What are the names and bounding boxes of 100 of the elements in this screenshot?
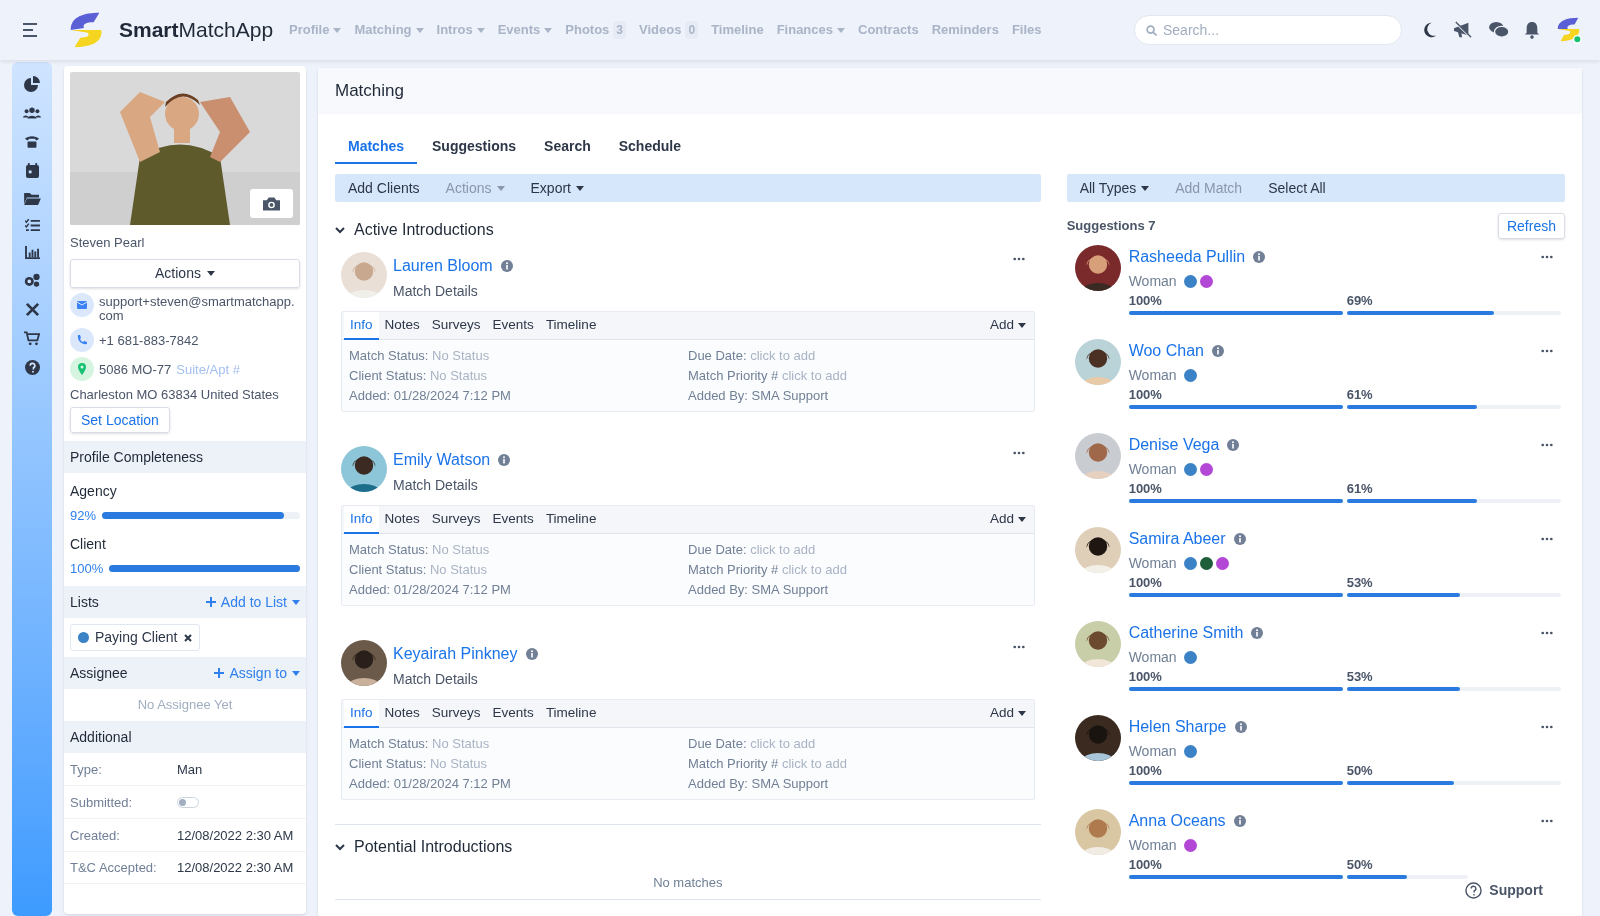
folder-icon[interactable] [23, 192, 41, 205]
info-field[interactable]: Match Status: No Status [349, 540, 688, 559]
match-details-link[interactable]: Match Details [393, 475, 1007, 496]
tab[interactable]: Notes [378, 505, 426, 534]
tab[interactable]: Events [486, 311, 540, 340]
tab[interactable]: Search [531, 132, 604, 164]
suggestion-name-link[interactable]: Samira Abeer [1128, 527, 1226, 551]
menu-icon[interactable] [23, 23, 39, 37]
tab[interactable]: Surveys [425, 311, 487, 340]
refresh-button[interactable]: Refresh [1497, 213, 1565, 239]
info-field[interactable]: Due Date: click to add [688, 540, 1027, 559]
info-icon[interactable] [1251, 627, 1264, 639]
info-icon[interactable] [1211, 345, 1224, 357]
more-icon[interactable] [1013, 257, 1025, 261]
info-icon[interactable] [1227, 439, 1240, 451]
camera-button[interactable] [250, 189, 293, 218]
info-field[interactable]: Due Date: click to add [688, 346, 1027, 365]
calendar-icon[interactable] [25, 163, 39, 178]
toolbar-button[interactable]: Add Clients [335, 174, 433, 202]
info-field[interactable]: Client Status: No Status [349, 366, 688, 385]
support-button[interactable]: Support [1465, 880, 1543, 901]
tab[interactable]: Surveys [425, 699, 487, 728]
more-icon[interactable] [1541, 537, 1553, 541]
tab[interactable]: Notes [378, 311, 426, 340]
info-icon[interactable] [525, 648, 538, 660]
more-icon[interactable] [1541, 443, 1553, 447]
actions-button[interactable]: Actions [70, 258, 300, 288]
remove-icon[interactable] [183, 633, 192, 642]
match-name-link[interactable]: Keyairah Pinkney [393, 642, 518, 666]
add-button[interactable]: Add [989, 315, 1026, 336]
toolbar-button[interactable]: All Types [1066, 174, 1163, 202]
tab[interactable]: Events [486, 699, 540, 728]
suggestion-name-link[interactable]: Anna Oceans [1128, 809, 1226, 833]
tab[interactable]: Notes [378, 699, 426, 728]
suggestion-name-link[interactable]: Rasheeda Pullin [1128, 245, 1246, 269]
info-field[interactable]: Match Priority # click to add [688, 754, 1027, 773]
more-icon[interactable] [1541, 255, 1553, 259]
tab[interactable]: Info [344, 699, 379, 728]
suggestion-name-link[interactable]: Catherine Smith [1128, 621, 1244, 645]
more-icon[interactable] [1541, 819, 1553, 823]
info-field[interactable]: Match Status: No Status [349, 346, 688, 365]
search-field[interactable]: Search... [1134, 15, 1402, 45]
more-icon[interactable] [1541, 631, 1553, 635]
tab[interactable]: Matches [335, 132, 418, 164]
tab[interactable]: Info [344, 505, 379, 534]
more-icon[interactable] [1541, 349, 1553, 353]
match-name-link[interactable]: Lauren Bloom [393, 254, 493, 278]
info-icon[interactable] [1233, 533, 1246, 545]
tab[interactable]: Events [486, 505, 540, 534]
info-field[interactable]: Match Priority # click to add [688, 560, 1027, 579]
cart-icon[interactable] [24, 331, 40, 346]
suggestion-name-link[interactable]: Helen Sharpe [1128, 715, 1227, 739]
chart-pie-icon[interactable] [24, 76, 40, 92]
chevron-icon [335, 226, 345, 234]
info-field[interactable]: Client Status: No Status [349, 754, 688, 773]
tab[interactable]: Surveys [425, 505, 487, 534]
info-icon[interactable] [500, 260, 513, 272]
more-icon[interactable] [1013, 645, 1025, 649]
bell-icon[interactable] [1524, 21, 1540, 39]
tab[interactable]: Timeline [539, 699, 603, 728]
match-name-link[interactable]: Emily Watson [393, 448, 491, 472]
add-link[interactable]: Add to List [205, 591, 300, 613]
add-button[interactable]: Add [989, 703, 1026, 724]
suggestion-name-link[interactable]: Denise Vega [1128, 433, 1220, 457]
chat-icon[interactable] [1488, 21, 1510, 39]
section-toggle[interactable]: Active Introductions [335, 218, 1041, 242]
tab[interactable]: Suggestions [419, 132, 530, 164]
section-toggle[interactable]: Potential Introductions [335, 835, 1041, 859]
megaphone-icon[interactable] [1452, 21, 1474, 39]
tab[interactable]: Schedule [605, 132, 694, 164]
suggestion-name-link[interactable]: Woo Chan [1128, 339, 1204, 363]
match-details-link[interactable]: Match Details [393, 669, 1007, 690]
set-location-button[interactable]: Set Location [70, 407, 170, 433]
info-field[interactable]: Due Date: click to add [688, 734, 1027, 753]
bar-chart-icon[interactable] [24, 246, 40, 259]
gears-icon[interactable] [23, 273, 41, 288]
users-icon[interactable] [23, 106, 41, 120]
match-percent: 50% [1346, 763, 1374, 779]
info-field[interactable]: Match Priority # click to add [688, 366, 1027, 385]
info-icon[interactable] [1253, 251, 1266, 263]
info-icon[interactable] [1233, 815, 1246, 827]
checklist-icon[interactable] [24, 219, 40, 232]
match-details-link[interactable]: Match Details [393, 281, 1007, 302]
toggle-switch[interactable] [177, 796, 199, 808]
info-icon[interactable] [498, 454, 511, 466]
more-icon[interactable] [1013, 451, 1025, 455]
toolbar-button[interactable]: Select All [1255, 174, 1339, 202]
add-link[interactable]: Assign to [214, 662, 300, 684]
info-icon[interactable] [1234, 721, 1247, 733]
add-button[interactable]: Add [989, 509, 1026, 530]
tab[interactable]: Info [344, 311, 379, 340]
help-icon[interactable] [24, 360, 40, 375]
phone-icon[interactable] [24, 134, 40, 149]
info-field[interactable]: Match Status: No Status [349, 734, 688, 753]
info-field[interactable]: Client Status: No Status [349, 560, 688, 579]
toolbar-button[interactable]: Export [517, 174, 597, 202]
chevron-icon [335, 843, 345, 851]
tab[interactable]: Timeline [539, 311, 603, 340]
tab[interactable]: Timeline [539, 505, 603, 534]
more-icon[interactable] [1541, 725, 1553, 729]
